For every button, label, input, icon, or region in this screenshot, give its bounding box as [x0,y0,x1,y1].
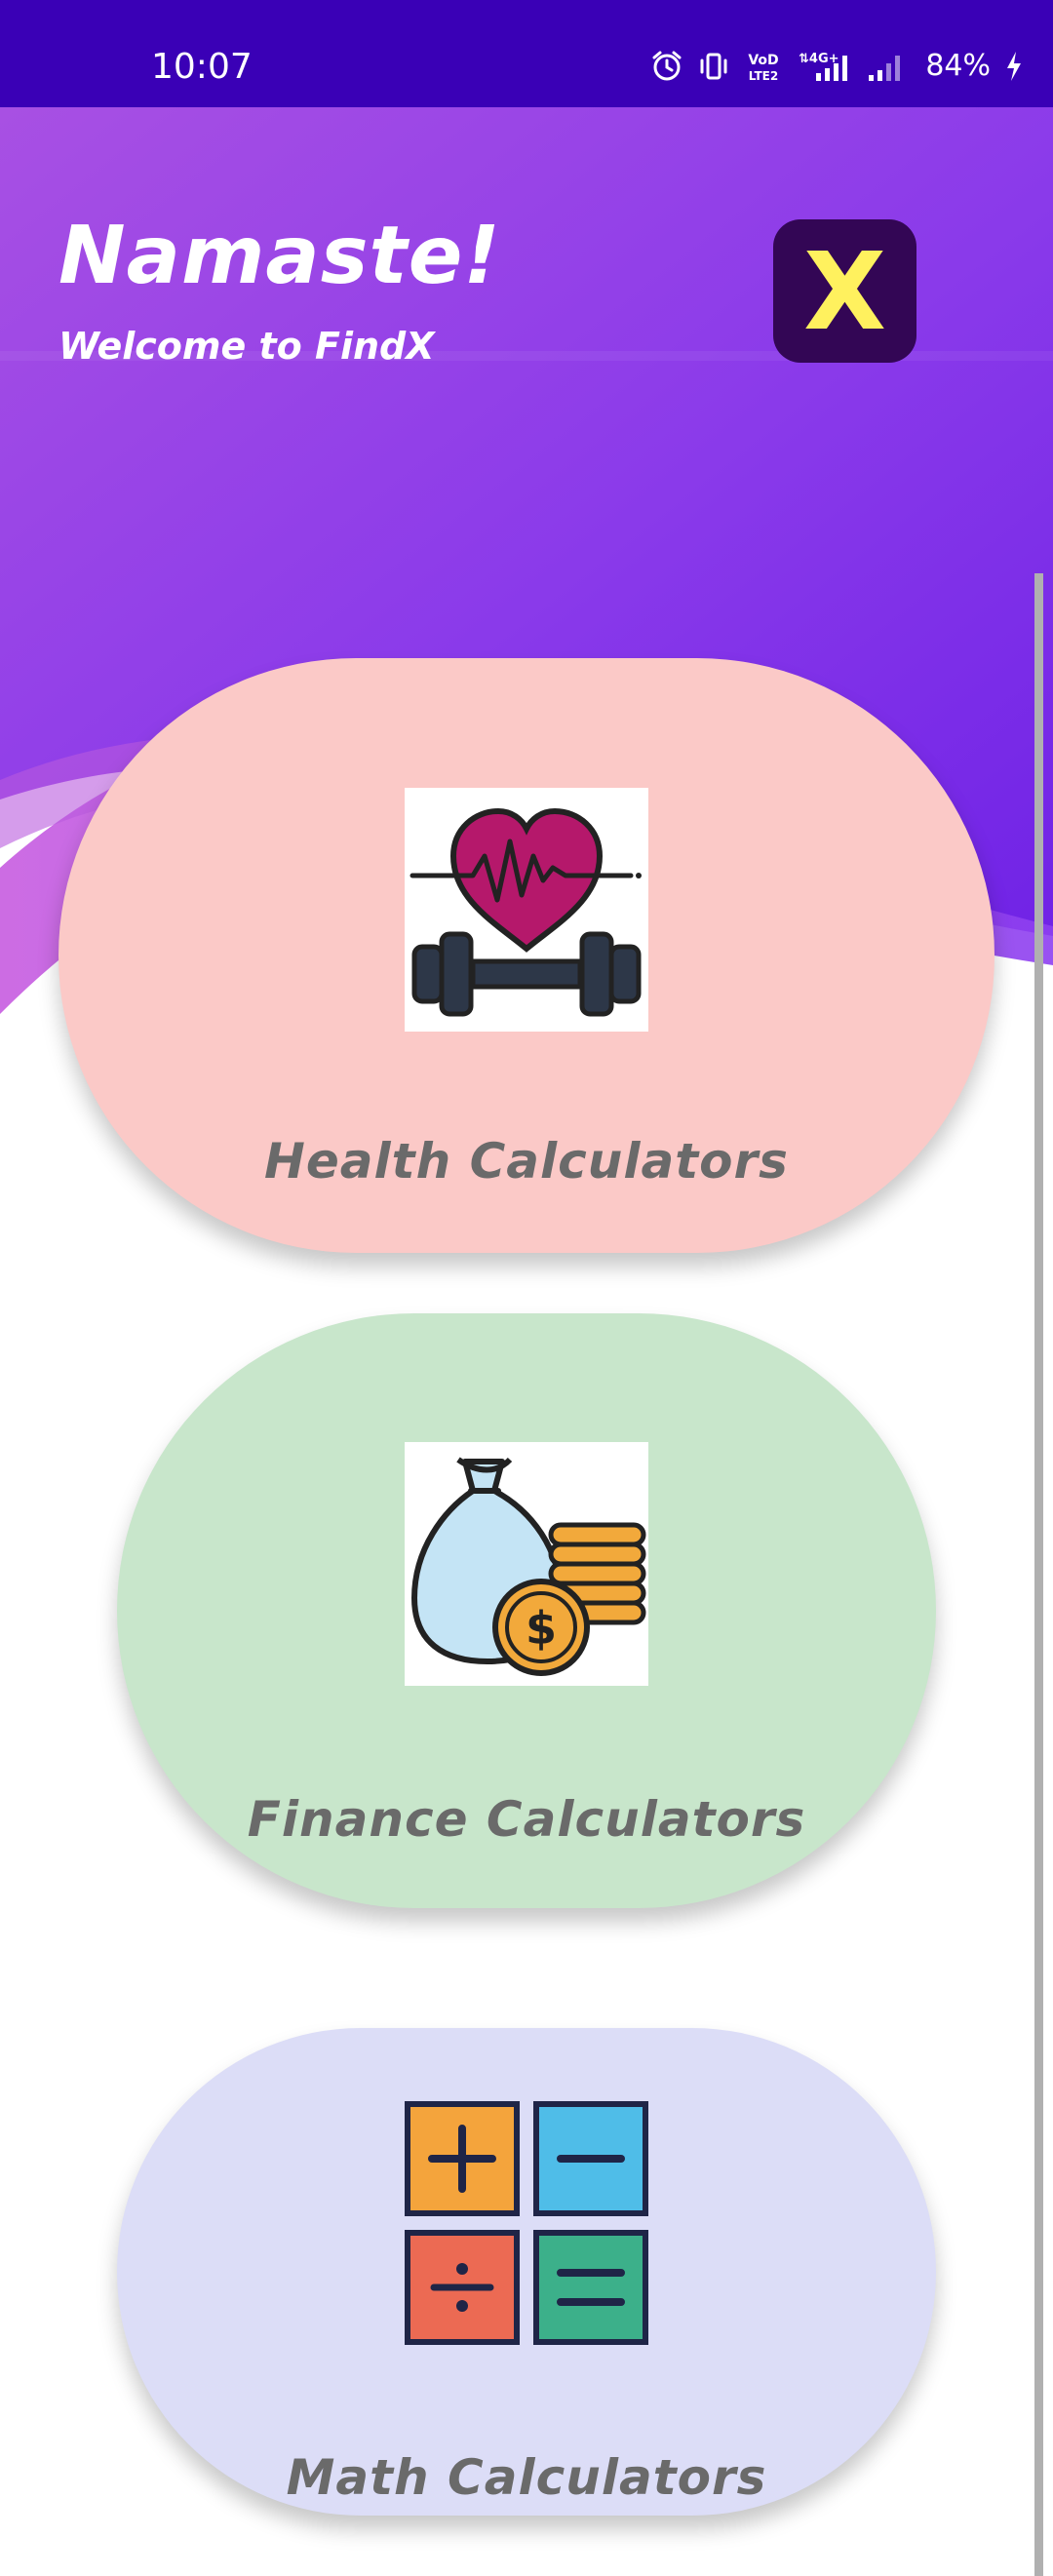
app-logo-letter: X [803,228,886,354]
math-calculators-card[interactable]: Math Calculators [117,2028,936,2516]
money-bag-coins-icon: $ [405,1442,648,1686]
volte-icon: VoD LTE2 [749,53,779,83]
greeting-subtitle: Welcome to FindX [58,325,435,368]
scrollbar-thumb[interactable] [1034,573,1043,2576]
battery-percent: 84% [925,49,991,83]
greeting-title: Namaste! [58,210,501,302]
health-calculators-card[interactable]: Health Calculators [58,658,994,1253]
app-logo: X [773,219,916,363]
status-bar: 10:07 VoD LTE2 ⇅4G+ 84% [0,0,1053,107]
card-label: Finance Calculators [247,1791,806,1848]
status-icons: VoD LTE2 ⇅4G+ 84% [650,49,1024,83]
alarm-icon [652,51,682,80]
math-operators-icon [405,2101,648,2345]
svg-text:VoD: VoD [749,53,779,68]
vibrate-icon [700,53,727,79]
svg-text:⇅4G+: ⇅4G+ [799,52,839,66]
card-label: Math Calculators [286,2449,767,2506]
heart-dumbbell-icon [405,788,648,1032]
signal-icon [869,55,901,81]
svg-text:$: $ [526,1602,557,1655]
charging-icon [1007,51,1021,81]
finance-calculators-card[interactable]: $ Finance Calculators [117,1313,936,1908]
status-time: 10:07 [151,47,253,87]
card-label: Health Calculators [264,1133,789,1190]
svg-text:LTE2: LTE2 [749,69,778,83]
signal-4g-icon: ⇅4G+ [799,52,848,81]
